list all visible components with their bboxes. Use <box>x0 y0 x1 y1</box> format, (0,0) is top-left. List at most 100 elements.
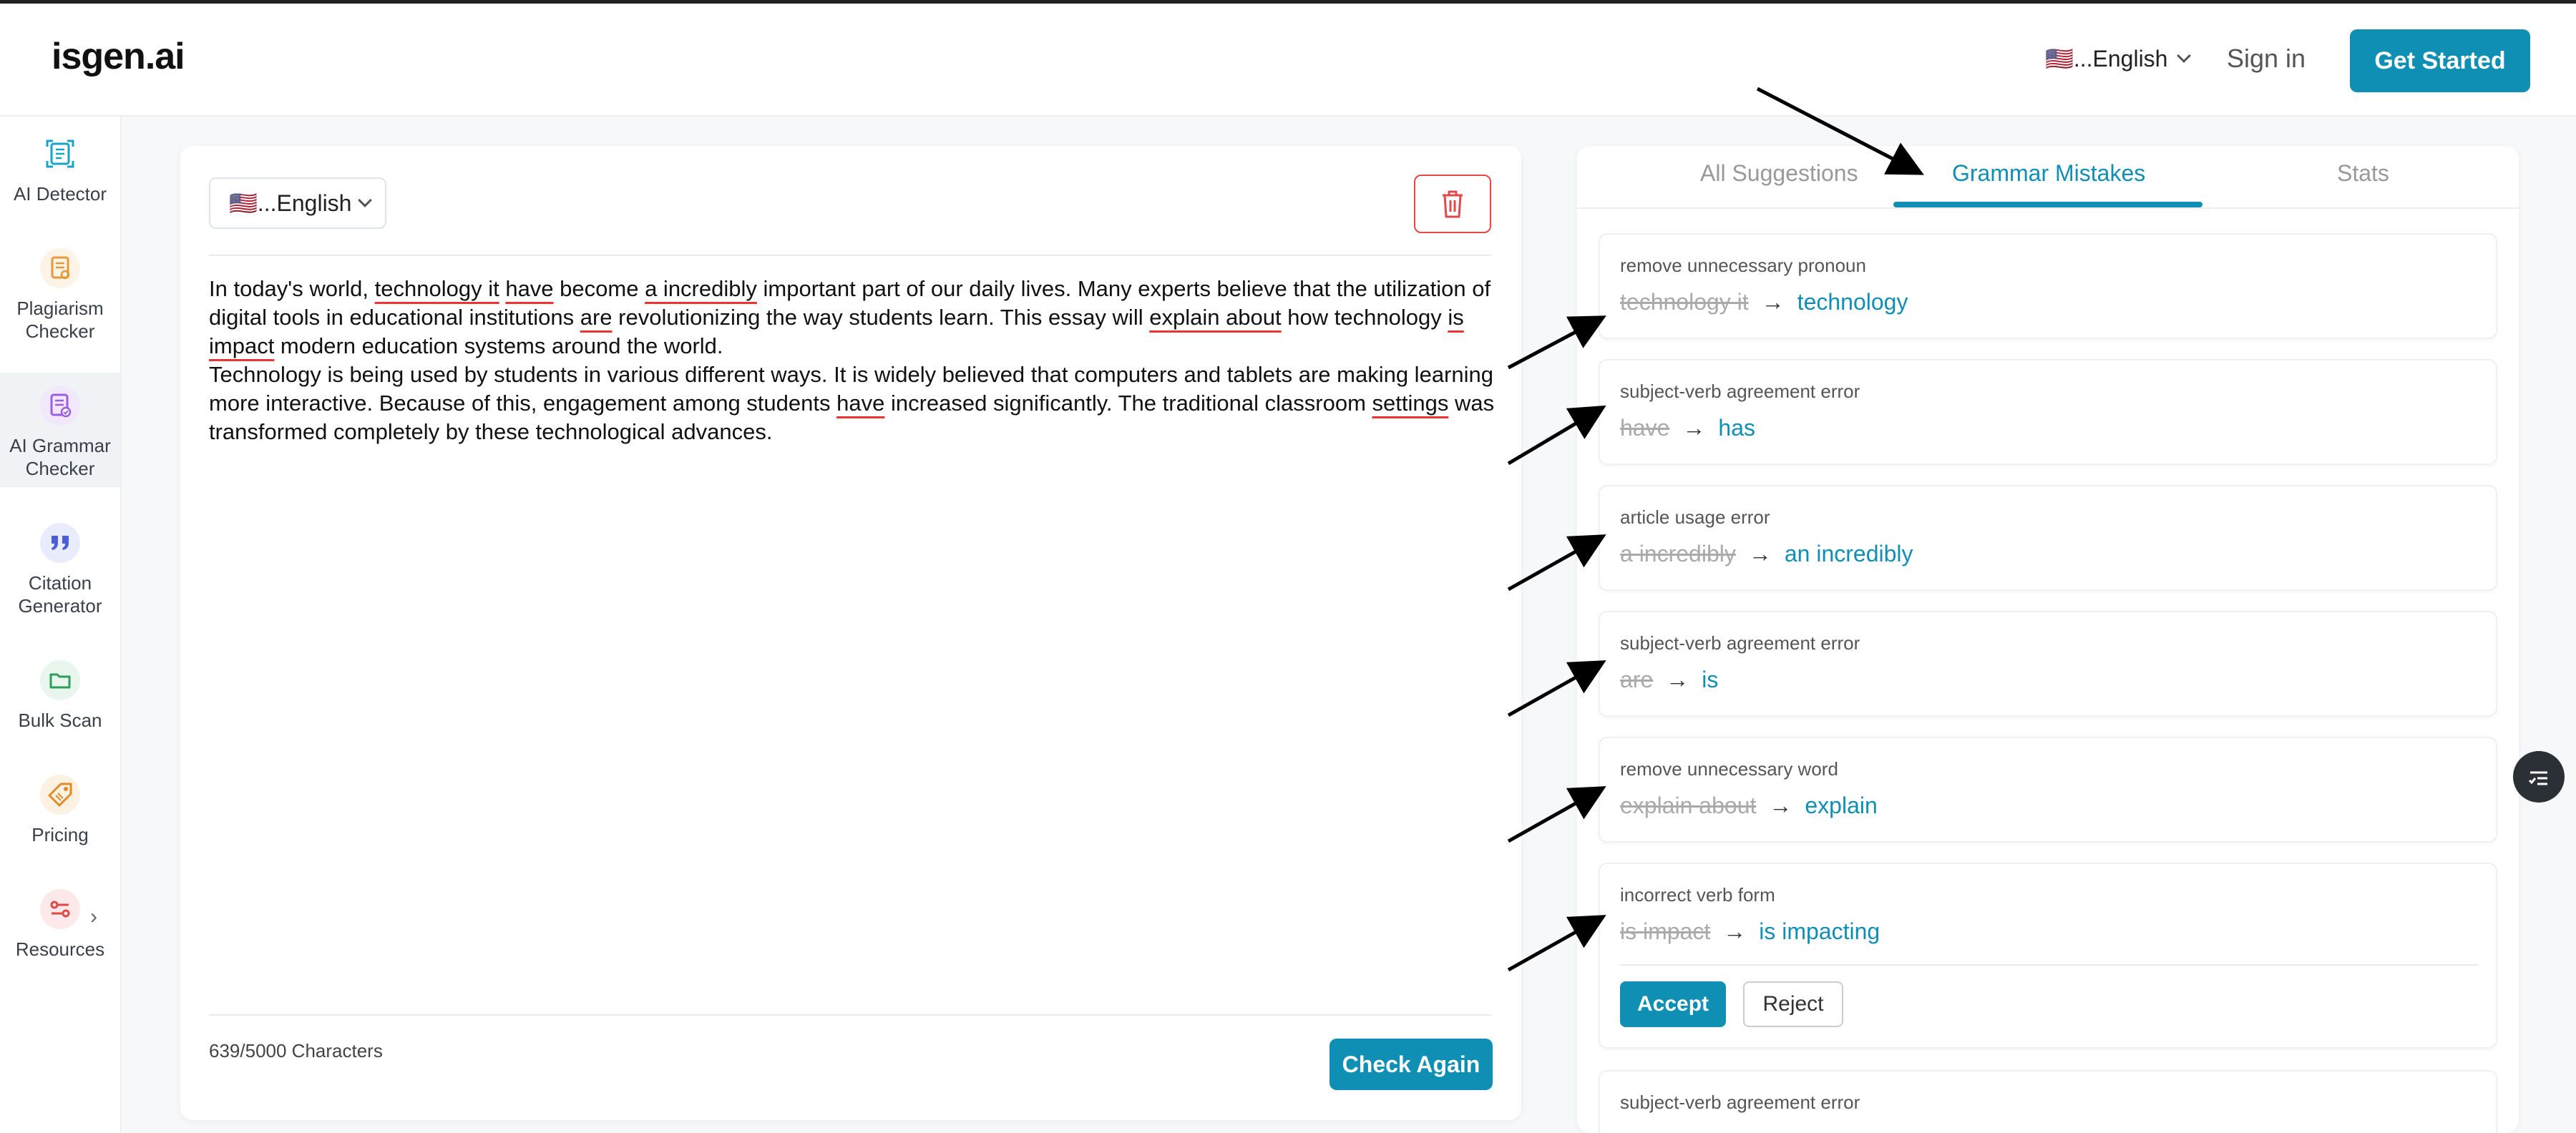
tab-stats[interactable]: Stats <box>2337 160 2389 187</box>
language-label: 🇺🇸...English <box>2045 46 2168 72</box>
arrow-right-icon: → <box>1723 918 1747 944</box>
suggestion-card[interactable]: subject-verb agreement error are → is <box>1599 611 2497 717</box>
grammar-error-highlight[interactable]: have <box>836 391 884 416</box>
floating-menu-button[interactable] <box>2513 751 2565 803</box>
error-type: article usage error <box>1620 506 1770 528</box>
suggested-text: has <box>1718 415 1755 441</box>
suggestion-card[interactable]: article usage error a incredibly → an in… <box>1599 485 2497 591</box>
trash-icon <box>1443 190 1463 218</box>
sidebar-item-label: Pricing <box>31 824 89 845</box>
suggested-text: an incredibly <box>1784 541 1913 566</box>
ai-detector-icon <box>40 134 80 174</box>
error-type: subject-verb agreement error <box>1620 632 1860 654</box>
divider <box>209 1014 1491 1016</box>
sidebar-item-citation-generator[interactable]: Citation Generator <box>0 510 120 624</box>
error-type: subject-verb agreement error <box>1620 381 1860 402</box>
text-segment: become <box>553 276 645 301</box>
grammar-error-highlight[interactable]: settings <box>1372 391 1449 416</box>
text-segment: increased significantly. The traditional… <box>884 391 1372 416</box>
get-started-button[interactable]: Get Started <box>2350 29 2530 92</box>
chevron-down-icon <box>2177 49 2192 63</box>
chevron-down-icon <box>358 193 373 207</box>
grammar-error-highlight[interactable]: explain about <box>1149 305 1281 330</box>
sidebar-item-label: Citation Generator <box>18 572 102 617</box>
check-again-button[interactable]: Check Again <box>1330 1039 1493 1090</box>
sidebar-item-ai-grammar-checker[interactable]: AI Grammar Checker <box>0 373 120 487</box>
suggested-text: technology <box>1797 289 1908 315</box>
chevron-right-icon: › <box>90 905 97 928</box>
grammar-error-highlight[interactable]: have <box>505 276 553 301</box>
divider <box>1620 964 2479 966</box>
text-segment: modern education systems around the worl… <box>274 333 723 358</box>
arrow-right-icon: → <box>1761 289 1785 315</box>
grammar-error-highlight[interactable]: are <box>580 305 613 330</box>
accept-button[interactable]: Accept <box>1620 981 1726 1027</box>
list-check-icon <box>2528 771 2547 785</box>
text-segment: revolutionizing the way students learn. … <box>612 305 1150 330</box>
correction: technology it → technology <box>1620 289 1908 315</box>
original-text: technology it <box>1620 289 1749 315</box>
text-editor-panel: 🇺🇸...English In today's world, technolog… <box>180 146 1521 1120</box>
header: isgen.ai 🇺🇸...English Sign in Get Starte… <box>0 4 2576 117</box>
sidebar-item-label: Bulk Scan <box>18 710 102 731</box>
clear-text-button[interactable] <box>1414 175 1491 233</box>
sidebar-item-plagiarism-checker[interactable]: Plagiarism Checker <box>0 235 120 350</box>
original-text: explain about <box>1620 793 1757 818</box>
plagiarism-icon <box>40 248 80 288</box>
suggestion-card-expanded[interactable]: incorrect verb form is impact → is impac… <box>1599 863 2497 1049</box>
grammar-error-highlight[interactable]: a incredibly <box>645 276 757 301</box>
sidebar-item-bulk-scan[interactable]: Bulk Scan <box>0 647 120 762</box>
editor-language-selector[interactable]: 🇺🇸...English <box>209 177 386 229</box>
correction: have → has <box>1620 415 1755 441</box>
quote-icon <box>40 523 80 563</box>
sidebar-item-label: AI Grammar Checker <box>9 435 111 479</box>
suggestion-card[interactable]: remove unnecessary word explain about → … <box>1599 737 2497 843</box>
original-text: a incredibly <box>1620 541 1736 566</box>
arrow-right-icon: → <box>1748 541 1772 566</box>
text-segment: In today's world, <box>209 276 375 301</box>
tab-all-suggestions[interactable]: All Suggestions <box>1700 160 1858 187</box>
correction: explain about → explain <box>1620 793 1878 819</box>
correction: a incredibly → an incredibly <box>1620 541 1913 567</box>
sign-in-link[interactable]: Sign in <box>2227 44 2306 74</box>
sidebar-item-pricing[interactable]: Pricing <box>0 762 120 876</box>
error-type: incorrect verb form <box>1620 884 1775 906</box>
logo[interactable]: isgen.ai <box>52 35 185 78</box>
editor-text-area[interactable]: In today's world, technology it have bec… <box>209 275 1497 446</box>
language-selector[interactable]: 🇺🇸...English <box>2045 45 2192 72</box>
divider <box>209 255 1491 256</box>
sidebar-item-label: AI Detector <box>13 183 107 205</box>
error-type: remove unnecessary pronoun <box>1620 255 1866 276</box>
text-segment: how technology <box>1281 305 1448 330</box>
arrow-right-icon: → <box>1666 667 1689 692</box>
character-count: 639/5000 Characters <box>209 1040 383 1061</box>
tag-icon <box>40 775 80 815</box>
active-tab-indicator <box>1893 202 2202 207</box>
suggestion-card[interactable]: remove unnecessary pronoun technology it… <box>1599 233 2497 339</box>
tab-bar: All Suggestions Grammar Mistakes Stats <box>1577 146 2519 209</box>
correction: is impact → is impacting <box>1620 918 1880 945</box>
reject-button[interactable]: Reject <box>1743 981 1843 1027</box>
suggested-text: is <box>1702 667 1719 692</box>
language-label: 🇺🇸...English <box>229 190 352 216</box>
sidebar-item-resources[interactable]: › Resources <box>0 876 120 991</box>
suggestion-card[interactable]: subject-verb agreement error have → has <box>1599 359 2497 465</box>
grammar-error-highlight[interactable]: technology it <box>375 276 499 301</box>
sidebar-item-label: Plagiarism Checker <box>16 298 104 342</box>
suggested-text: is impacting <box>1759 918 1880 944</box>
resources-icon <box>40 889 80 929</box>
tab-grammar-mistakes[interactable]: Grammar Mistakes <box>1952 160 2145 187</box>
grammar-icon <box>40 386 80 426</box>
arrow-right-icon: → <box>1769 793 1792 818</box>
suggested-text: explain <box>1805 793 1878 818</box>
suggestion-card[interactable]: subject-verb agreement error <box>1599 1070 2497 1133</box>
correction: are → is <box>1620 667 1718 693</box>
error-type: subject-verb agreement error <box>1620 1092 1860 1113</box>
sidebar-item-label: Resources <box>15 938 105 960</box>
original-text: are <box>1620 667 1654 692</box>
folder-icon <box>40 660 80 700</box>
suggestions-panel: All Suggestions Grammar Mistakes Stats r… <box>1577 146 2519 1133</box>
original-text: is impact <box>1620 918 1711 944</box>
sidebar: AI Detector Plagiarism Checker AI Gramma… <box>0 117 122 1133</box>
sidebar-item-ai-detector[interactable]: AI Detector <box>0 121 120 235</box>
